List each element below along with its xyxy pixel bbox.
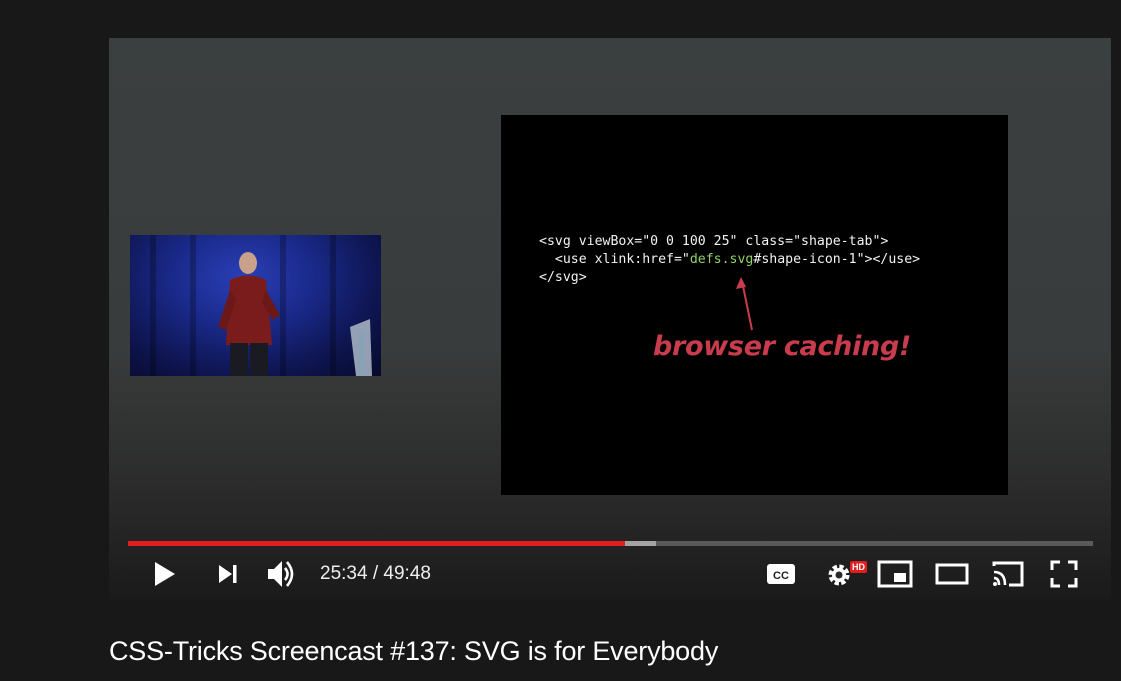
speaker-figure [218, 252, 372, 376]
fullscreen-button[interactable] [1047, 553, 1081, 595]
player-controls: 25:34 / 49:48 CC HD [109, 553, 1111, 595]
cast-button[interactable] [989, 553, 1027, 595]
annotation-arrow-icon [736, 277, 753, 331]
progress-played [128, 541, 625, 546]
subtitles-button[interactable]: CC [765, 553, 797, 595]
progress-bar[interactable] [128, 541, 1093, 546]
play-icon [155, 562, 175, 586]
volume-icon [268, 561, 294, 587]
volume-button[interactable] [265, 553, 299, 595]
cast-icon [992, 561, 1024, 587]
code-line-2-prefix: <use xlink:href=" [539, 252, 690, 267]
code-line-3: </svg> [539, 270, 587, 285]
hd-badge: HD [850, 561, 867, 573]
play-button[interactable] [149, 553, 179, 595]
time-display: 25:34 / 49:48 [320, 563, 431, 584]
speaker-video-thumbnail [130, 235, 381, 376]
code-line-2-highlight: defs.svg [689, 252, 754, 267]
code-line-2-suffix: #shape-icon-1"></use> [753, 252, 921, 267]
code-line-1: <svg viewBox="0 0 100 25" class="shape-t… [539, 234, 889, 249]
settings-button[interactable]: HD [821, 553, 867, 595]
next-icon [219, 565, 237, 583]
fullscreen-icon [1050, 560, 1078, 588]
cc-icon: CC [767, 564, 795, 584]
theater-mode-button[interactable] [933, 553, 971, 595]
cc-label: CC [773, 570, 789, 582]
miniplayer-button[interactable] [876, 553, 914, 595]
miniplayer-icon [877, 560, 913, 588]
video-player[interactable]: <svg viewBox="0 0 100 25" class="shape-t… [109, 38, 1111, 601]
theater-icon [935, 563, 969, 585]
next-button[interactable] [213, 553, 243, 595]
slide-annotation: browser caching! [653, 331, 912, 362]
presentation-slide: <svg viewBox="0 0 100 25" class="shape-t… [501, 115, 1008, 495]
video-title: CSS-Tricks Screencast #137: SVG is for E… [109, 636, 719, 666]
